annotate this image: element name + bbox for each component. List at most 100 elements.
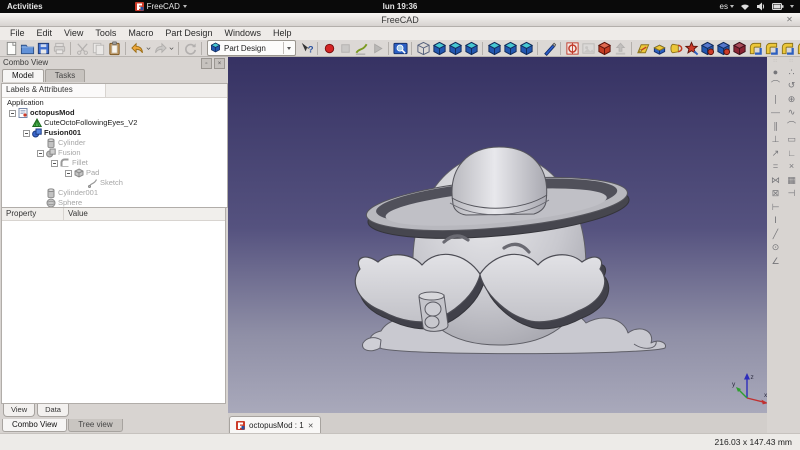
paste-button[interactable]	[106, 40, 122, 56]
menu-part-design[interactable]: Part Design	[159, 27, 218, 40]
pad-button[interactable]	[651, 40, 667, 56]
tab-tasks[interactable]: Tasks	[45, 69, 85, 82]
perpendicular-constraint-button[interactable]: ⊥	[770, 134, 782, 145]
menu-windows[interactable]: Windows	[218, 27, 267, 40]
menu-edit[interactable]: Edit	[31, 27, 59, 40]
vertical-constraint-button[interactable]: ∣	[770, 94, 782, 105]
battery-icon[interactable]	[772, 2, 784, 11]
right-view-button[interactable]	[463, 40, 479, 56]
system-menu-arrow-icon[interactable]	[790, 5, 794, 8]
keyboard-layout-indicator[interactable]: es	[720, 2, 734, 11]
revolve-button[interactable]	[667, 40, 683, 56]
menu-help[interactable]: Help	[267, 27, 298, 40]
create-rectangle-button[interactable]: ▭	[786, 134, 798, 145]
tab-view[interactable]: View	[3, 404, 35, 417]
radius-constraint-button[interactable]: ⊙	[770, 242, 782, 253]
tree-header[interactable]: Labels & Attributes	[2, 84, 106, 97]
chamfer-button[interactable]	[763, 40, 779, 56]
external-geometry-button[interactable]: ▦	[786, 175, 798, 186]
tab-data[interactable]: Data	[37, 404, 69, 417]
document-tab[interactable]: octopusMod : 1 ✕	[229, 416, 321, 434]
new-document-button[interactable]	[3, 40, 19, 56]
value-column-header[interactable]: Value	[64, 208, 92, 220]
activities-button[interactable]: Activities	[0, 0, 50, 13]
redo-button[interactable]	[152, 40, 168, 56]
undo-history-button[interactable]	[145, 40, 152, 56]
create-arc-button[interactable]: ↺	[786, 80, 798, 91]
tree-item-fusion001[interactable]: Fusion001	[2, 128, 227, 138]
dock-tab-tree-view[interactable]: Tree view	[68, 419, 122, 432]
export-button[interactable]	[612, 40, 628, 56]
cut-button[interactable]	[74, 40, 90, 56]
trim-edge-button[interactable]: ×	[786, 161, 798, 172]
tree-item-application[interactable]: Application	[2, 98, 227, 108]
macro-edit-button[interactable]	[353, 40, 369, 56]
workbench-dropdown-icon[interactable]	[283, 42, 293, 54]
title-bar[interactable]: FreeCAD ✕	[0, 13, 800, 27]
macro-stop-button[interactable]	[337, 40, 353, 56]
front-view-button[interactable]	[431, 40, 447, 56]
window-close-button[interactable]: ✕	[784, 14, 795, 25]
horizontal-constraint-button[interactable]: ―	[770, 107, 782, 118]
symmetric-constraint-button[interactable]: ⋈	[770, 175, 782, 186]
menu-tools[interactable]: Tools	[89, 27, 122, 40]
equal-constraint-button[interactable]: =	[770, 161, 782, 172]
tree-item-pad[interactable]: Pad	[2, 168, 227, 178]
rear-view-button[interactable]	[486, 40, 502, 56]
menu-file[interactable]: File	[4, 27, 31, 40]
octopus-model[interactable]	[355, 147, 665, 354]
horizontal-distance-constraint-button[interactable]: ⊢	[770, 202, 782, 213]
close-panel-button[interactable]: ×	[214, 58, 225, 69]
hole-button[interactable]	[699, 40, 715, 56]
tree-item-fillet[interactable]: Fillet	[2, 158, 227, 168]
tab-model[interactable]: Model	[2, 69, 44, 82]
whats-this-button[interactable]: ?	[298, 40, 314, 56]
menu-macro[interactable]: Macro	[122, 27, 159, 40]
property-column-header[interactable]: Property	[2, 208, 64, 220]
macro-record-button[interactable]	[321, 40, 337, 56]
tree-expander[interactable]	[65, 170, 72, 177]
clock[interactable]: lun 19:36	[0, 2, 800, 11]
tree-item-octopusmod[interactable]: octopusMod	[2, 108, 227, 118]
measure-button[interactable]	[541, 40, 557, 56]
tree-item-fusion[interactable]: Fusion	[2, 148, 227, 158]
block-constraint-button[interactable]: ⊠	[770, 188, 782, 199]
volume-icon[interactable]	[756, 2, 766, 11]
parallel-constraint-button[interactable]: ∥	[770, 121, 782, 132]
texture-mapping-button[interactable]	[580, 40, 596, 56]
tree-item-sketch[interactable]: Sketch	[2, 178, 227, 188]
redo-history-button[interactable]	[168, 40, 175, 56]
groove-button[interactable]	[715, 40, 731, 56]
copy-button[interactable]	[90, 40, 106, 56]
left-view-button[interactable]	[518, 40, 534, 56]
undo-button[interactable]	[129, 40, 145, 56]
clipping-plane-button[interactable]	[564, 40, 580, 56]
print-button[interactable]	[51, 40, 67, 56]
wifi-icon[interactable]	[740, 2, 750, 11]
tangent-constraint-button[interactable]: ↗	[770, 148, 782, 159]
create-polyline-button[interactable]: ⌒	[786, 121, 798, 132]
document-tab-close-icon[interactable]: ✕	[308, 422, 314, 430]
draft-button[interactable]	[779, 40, 795, 56]
dock-tab-combo-view[interactable]: Combo View	[2, 419, 67, 432]
point-on-object-constraint-button[interactable]: ⌒	[770, 80, 782, 91]
top-view-button[interactable]	[447, 40, 463, 56]
fit-all-button[interactable]	[392, 40, 408, 56]
float-panel-button[interactable]: ▫	[201, 58, 212, 69]
toolbar-grip[interactable]: ∷	[789, 59, 793, 64]
tree-item-cuteoctofollowingeyes-v2[interactable]: CuteOctoFollowingEyes_V2	[2, 118, 227, 128]
bottom-view-button[interactable]	[502, 40, 518, 56]
tree-expander[interactable]	[37, 150, 44, 157]
tree-expander[interactable]	[23, 130, 30, 137]
stop-loading-button[interactable]	[596, 40, 612, 56]
save-document-button[interactable]	[35, 40, 51, 56]
tree-expander[interactable]	[51, 160, 58, 167]
workbench-selector[interactable]: Part Design	[207, 40, 296, 56]
macro-play-button[interactable]	[369, 40, 385, 56]
thickness-button[interactable]	[795, 40, 800, 56]
coincident-constraint-button[interactable]: ●	[770, 67, 782, 78]
create-point-button[interactable]: ∴	[786, 67, 798, 78]
create-fillet-button[interactable]: ∟	[786, 148, 798, 159]
toggle-construction-button[interactable]: ⊣	[786, 188, 798, 199]
loft-button[interactable]	[731, 40, 747, 56]
